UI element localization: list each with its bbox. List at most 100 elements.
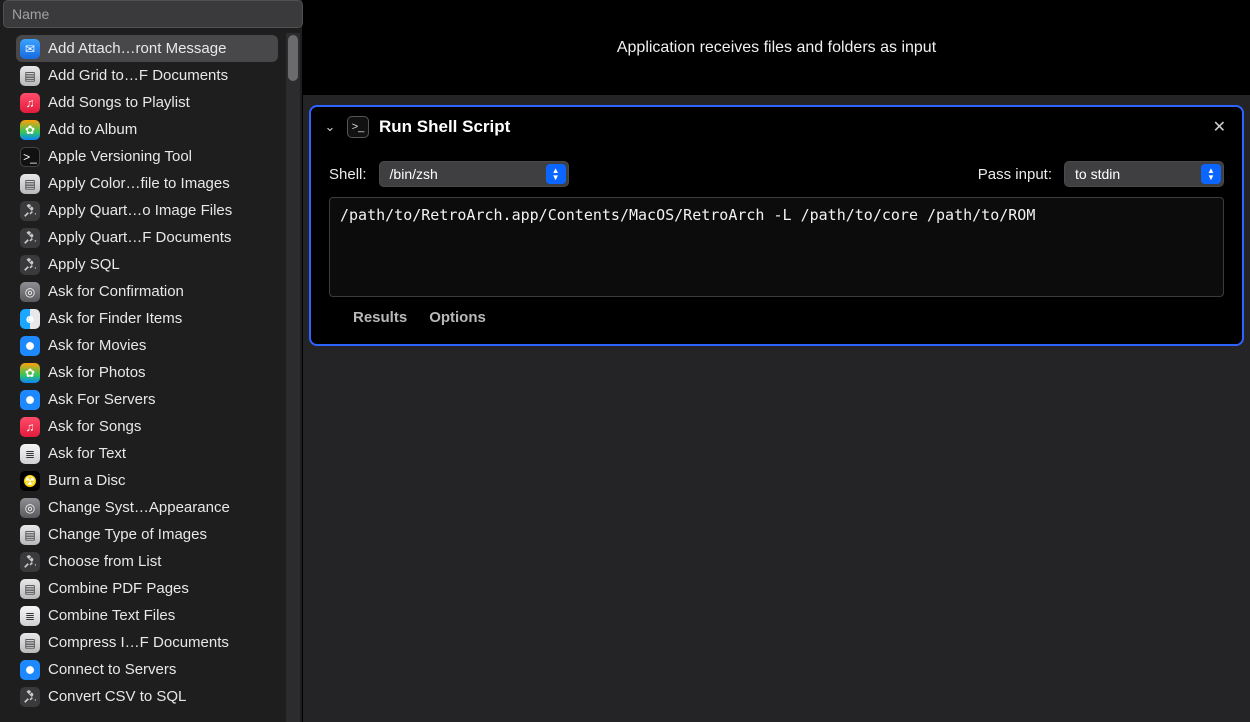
action-library-list[interactable]: ✉ Add Attach…ront Message ▤ Add Grid to…F D… [0, 33, 286, 722]
pass-input-select-value: to stdin [1075, 166, 1120, 182]
library-item[interactable]: ✦ Ask for Movies [16, 332, 278, 359]
library-item-label: Connect to Servers [48, 661, 176, 678]
safari-icon: ✦ [20, 390, 40, 410]
library-item[interactable]: ◎ Ask for Confirmation [16, 278, 278, 305]
library-item[interactable]: Apply Quart…F Documents [16, 224, 278, 251]
action-footer: Results Options [329, 297, 1224, 330]
library-item-label: Ask for Photos [48, 364, 146, 381]
app-root: ✉ Add Attach…ront Message ▤ Add Grid to…F D… [0, 0, 1250, 722]
terminal-icon: >_ [347, 116, 369, 138]
shell-select-value: /bin/zsh [390, 166, 438, 182]
library-item[interactable]: ✦ Connect to Servers [16, 656, 278, 683]
safari-icon: ✦ [20, 660, 40, 680]
photos-icon: ✿ [20, 363, 40, 383]
preview-icon: ▤ [20, 633, 40, 653]
library-item-label: Apply Quart…F Documents [48, 229, 231, 246]
library-item[interactable]: ☢Burn a Disc [16, 467, 278, 494]
library-scrollbar[interactable] [286, 33, 300, 722]
script-editor[interactable]: /path/to/RetroArch.app/Contents/MacOS/Re… [329, 197, 1224, 297]
action-body: Shell: /bin/zsh ▲▼ Pass input: to stdin … [311, 147, 1242, 344]
library-item-label: Ask for Songs [48, 418, 141, 435]
workflow-input-banner-text: Application receives files and folders a… [617, 39, 936, 57]
finder-icon: ☻ [20, 309, 40, 329]
preview-icon: ▤ [20, 174, 40, 194]
library-item[interactable]: >_ Apple Versioning Tool [16, 143, 278, 170]
pass-input-label: Pass input: [978, 166, 1052, 183]
preview-icon: ▤ [20, 66, 40, 86]
library-item-label: Change Syst…Appearance [48, 499, 230, 516]
library-item-label: Combine Text Files [48, 607, 175, 624]
library-item[interactable]: ▤ Change Type of Images [16, 521, 278, 548]
options-tab[interactable]: Options [429, 309, 486, 326]
workflow-canvas[interactable]: ⌄ >_ Run Shell Script ✕ Shell: /bin/zsh … [303, 95, 1250, 722]
library-item[interactable]: ☻ Ask for Finder Items [16, 305, 278, 332]
library-scrollbar-thumb[interactable] [288, 35, 298, 81]
tools-icon [20, 552, 40, 572]
shell-select[interactable]: /bin/zsh ▲▼ [379, 161, 569, 187]
music-icon: ♫ [20, 93, 40, 113]
search-input[interactable] [3, 0, 303, 28]
tools-icon [20, 687, 40, 707]
library-item[interactable]: Apply SQL [16, 251, 278, 278]
library-item[interactable]: Choose from List [16, 548, 278, 575]
terminal-icon: >_ [20, 147, 40, 167]
library-item[interactable]: ✿ Ask for Photos [16, 359, 278, 386]
chevron-updown-icon: ▲▼ [546, 164, 566, 184]
library-item-label: Ask for Text [48, 445, 126, 462]
library-item-label: Add Attach…ront Message [48, 40, 226, 57]
workflow-input-banner: Application receives files and folders a… [303, 0, 1250, 95]
sys-icon: ◎ [20, 282, 40, 302]
action-run-shell-script[interactable]: ⌄ >_ Run Shell Script ✕ Shell: /bin/zsh … [309, 105, 1244, 346]
library-item-label: Ask for Finder Items [48, 310, 182, 327]
library-item[interactable]: ▤Apply Color…file to Images [16, 170, 278, 197]
chevron-updown-icon: ▲▼ [1201, 164, 1221, 184]
library-item-label: Combine PDF Pages [48, 580, 189, 597]
library-item-label: Apple Versioning Tool [48, 148, 192, 165]
action-controls-row: Shell: /bin/zsh ▲▼ Pass input: to stdin … [329, 161, 1224, 187]
search-wrap [0, 0, 302, 33]
tools-icon [20, 255, 40, 275]
library-item-label: Apply Quart…o Image Files [48, 202, 232, 219]
tools-icon [20, 228, 40, 248]
library-item[interactable]: ♫ Add Songs to Playlist [16, 89, 278, 116]
close-icon[interactable]: ✕ [1209, 117, 1230, 137]
action-header: ⌄ >_ Run Shell Script ✕ [311, 107, 1242, 147]
pass-input-select[interactable]: to stdin ▲▼ [1064, 161, 1224, 187]
action-library-sidebar: ✉ Add Attach…ront Message ▤ Add Grid to…F D… [0, 0, 303, 722]
library-item-label: Convert CSV to SQL [48, 688, 186, 705]
library-item[interactable]: ♫Ask for Songs [16, 413, 278, 440]
sys-icon: ◎ [20, 498, 40, 518]
results-tab[interactable]: Results [353, 309, 407, 326]
tools-icon [20, 201, 40, 221]
library-item-label: Choose from List [48, 553, 161, 570]
shell-label: Shell: [329, 166, 367, 183]
safari-icon: ✦ [20, 336, 40, 356]
action-title: Run Shell Script [379, 117, 510, 137]
library-item[interactable]: ◎ Change Syst…Appearance [16, 494, 278, 521]
library-item[interactable]: ▤ Compress I…F Documents [16, 629, 278, 656]
text-icon: ≣ [20, 606, 40, 626]
preview-icon: ▤ [20, 525, 40, 545]
library-item[interactable]: ✉ Add Attach…ront Message [16, 35, 278, 62]
library-item-label: Add to Album [48, 121, 137, 138]
library-item-label: Ask for Confirmation [48, 283, 184, 300]
library-item-label: Ask For Servers [48, 391, 156, 408]
library-item[interactable]: ▤ Add Grid to…F Documents [16, 62, 278, 89]
library-item[interactable]: ≣Ask for Text [16, 440, 278, 467]
library-item[interactable]: ✦ Ask For Servers [16, 386, 278, 413]
library-item-label: Change Type of Images [48, 526, 207, 543]
workflow-area: Application receives files and folders a… [303, 0, 1250, 722]
library-item[interactable]: Convert CSV to SQL [16, 683, 278, 710]
library-item-label: Compress I…F Documents [48, 634, 229, 651]
library-item[interactable]: Apply Quart…o Image Files [16, 197, 278, 224]
preview-icon: ▤ [20, 579, 40, 599]
library-item[interactable]: ✿Add to Album [16, 116, 278, 143]
disclosure-toggle[interactable]: ⌄ [323, 119, 337, 135]
library-item-label: Ask for Movies [48, 337, 146, 354]
library-item[interactable]: ▤ Combine PDF Pages [16, 575, 278, 602]
library-item-label: Add Songs to Playlist [48, 94, 190, 111]
library-item[interactable]: ≣ Combine Text Files [16, 602, 278, 629]
library-item-label: Apply SQL [48, 256, 120, 273]
library-item-label: Add Grid to…F Documents [48, 67, 228, 84]
mail-icon: ✉ [20, 39, 40, 59]
